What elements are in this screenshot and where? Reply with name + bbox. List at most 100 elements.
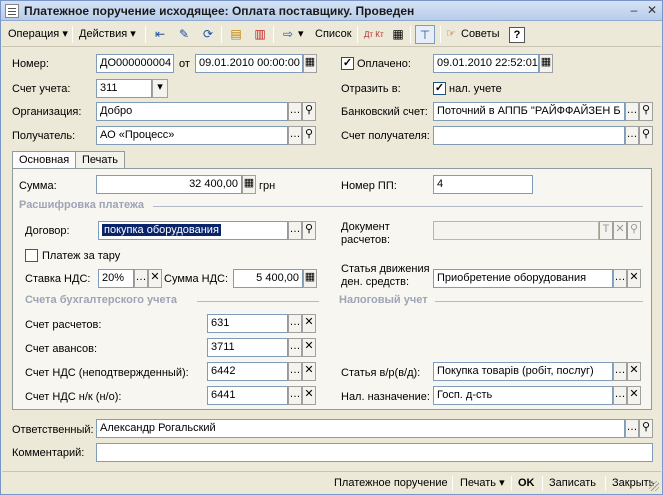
paid-checkbox[interactable]: ✓ <box>341 57 354 70</box>
advance-account-field[interactable]: 3711 <box>207 338 288 357</box>
structure-icon[interactable]: ⊤ <box>415 25 435 44</box>
dt-kt-movements-icon[interactable]: Дт Кт <box>362 25 386 44</box>
clear-icon[interactable]: ✕ <box>302 314 316 333</box>
ellipsis-icon[interactable]: … <box>625 419 639 438</box>
title-bar: Платежное поручение исходящее: Оплата по… <box>1 1 662 21</box>
contract-field[interactable]: покупка оборудования <box>98 221 288 240</box>
calendar-icon[interactable]: ▦ <box>539 54 553 73</box>
ellipsis-icon[interactable]: … <box>288 362 302 381</box>
minimize-button[interactable]: – <box>627 4 641 18</box>
calculator-icon[interactable]: ▦ <box>303 269 317 288</box>
ellipsis-icon[interactable]: … <box>288 386 302 405</box>
document-window: Платежное поручение исходящее: Оплата по… <box>0 0 663 495</box>
vat-nk-account-field[interactable]: 6441 <box>207 386 288 405</box>
based-on-icon[interactable]: ⇨ <box>278 25 298 44</box>
paid-date-field[interactable]: 09.01.2010 22:52:01 <box>433 54 539 73</box>
recipient-account-label: Счет получателя: <box>341 130 430 142</box>
toolbar-separator <box>440 26 441 43</box>
chevron-down-icon[interactable]: ▾ <box>152 79 168 98</box>
ok-button[interactable]: OK <box>518 475 535 492</box>
ellipsis-icon[interactable]: … <box>613 269 627 288</box>
help-icon[interactable]: ? <box>509 27 525 43</box>
sum-field[interactable]: 32 400,00 <box>96 175 242 194</box>
dropdown-arrow-icon[interactable]: ▾ <box>296 25 306 44</box>
organization-field[interactable]: Добро <box>96 102 288 121</box>
recipient-field[interactable]: АО «Процесс» <box>96 126 288 145</box>
clear-icon[interactable]: ✕ <box>148 269 162 288</box>
advance-account-label: Счет авансов: <box>25 343 98 355</box>
bank-account-label: Банковский счет: <box>341 106 428 118</box>
search-icon[interactable]: ⚲ <box>302 221 316 240</box>
tax-accounting-checkbox[interactable]: ✓ <box>433 82 446 95</box>
ellipsis-icon[interactable]: … <box>613 362 627 381</box>
recipient-account-field[interactable] <box>433 126 625 145</box>
income-expense-article-field[interactable]: Покупка товарів (робіт, послуг) <box>433 362 613 381</box>
bank-account-field[interactable]: Поточний в АППБ "РАЙФФАЙЗЕН Б <box>433 102 625 121</box>
toolbar-separator <box>410 26 411 43</box>
cash-flow-field[interactable]: Приобретение оборудования <box>433 269 613 288</box>
search-icon[interactable]: ⚲ <box>639 102 653 121</box>
type-icon[interactable]: T <box>599 221 613 240</box>
tare-payment-label: Платеж за тару <box>42 250 121 262</box>
number-field[interactable]: ДО000000004 <box>96 54 174 73</box>
vat-rate-field[interactable]: 20% <box>98 269 134 288</box>
command-separator <box>511 476 512 491</box>
post-document-icon[interactable]: ▤ <box>226 25 246 44</box>
vat-sum-field[interactable]: 5 400,00 <box>233 269 303 288</box>
unpost-document-icon[interactable]: ▥ <box>250 25 270 44</box>
ellipsis-icon[interactable]: … <box>288 126 302 145</box>
payment-number-field[interactable]: 4 <box>433 175 533 194</box>
search-icon[interactable]: ⚲ <box>639 419 653 438</box>
tips-button[interactable]: Советы <box>459 25 501 44</box>
clear-icon[interactable]: ✕ <box>302 362 316 381</box>
resize-grip[interactable] <box>649 481 659 491</box>
calendar-icon[interactable]: ▦ <box>303 54 317 73</box>
comment-field[interactable] <box>96 443 653 462</box>
window-title: Платежное поручение исходящее: Оплата по… <box>24 4 415 18</box>
move-to-start-icon[interactable]: ⇤ <box>150 25 170 44</box>
tab-print[interactable]: Печать <box>75 151 126 169</box>
edit-icon[interactable]: ✎ <box>174 25 194 44</box>
calculator-icon[interactable]: ▦ <box>242 175 256 194</box>
ellipsis-icon[interactable]: … <box>288 314 302 333</box>
search-icon[interactable]: ⚲ <box>627 221 641 240</box>
search-icon[interactable]: ⚲ <box>302 102 316 121</box>
clear-icon[interactable]: ✕ <box>627 269 641 288</box>
date-field[interactable]: 09.01.2010 00:00:00 <box>195 54 303 73</box>
account-field[interactable]: 311 <box>96 79 152 98</box>
search-icon[interactable]: ⚲ <box>639 126 653 145</box>
ellipsis-icon[interactable]: … <box>288 102 302 121</box>
contract-label: Договор: <box>25 225 70 237</box>
clear-icon[interactable]: ✕ <box>613 221 627 240</box>
refresh-icon[interactable]: ⟳ <box>198 25 218 44</box>
list-button[interactable]: Список <box>311 25 356 44</box>
settlement-document-field[interactable] <box>433 221 599 240</box>
document-icon <box>5 4 19 18</box>
ellipsis-icon[interactable]: … <box>625 126 639 145</box>
tax-purpose-field[interactable]: Госп. д-сть <box>433 386 613 405</box>
actions-menu[interactable]: Действия ▾ <box>75 25 140 44</box>
clear-icon[interactable]: ✕ <box>302 386 316 405</box>
ellipsis-icon[interactable]: … <box>134 269 148 288</box>
settlement-account-field[interactable]: 631 <box>207 314 288 333</box>
tax-accounting-section: Налоговый учет <box>339 294 428 306</box>
ellipsis-icon[interactable]: … <box>625 102 639 121</box>
ellipsis-icon[interactable]: … <box>288 338 302 357</box>
operation-menu[interactable]: Операция ▾ <box>4 25 72 44</box>
close-window-button[interactable]: ✕ <box>645 4 659 18</box>
ellipsis-icon[interactable]: … <box>288 221 302 240</box>
vat-unconfirmed-field[interactable]: 6442 <box>207 362 288 381</box>
print-menu[interactable]: Печать ▾ <box>460 475 505 492</box>
clear-icon[interactable]: ✕ <box>627 386 641 405</box>
save-button[interactable]: Записать <box>549 475 596 492</box>
clear-icon[interactable]: ✕ <box>302 338 316 357</box>
ellipsis-icon[interactable]: … <box>613 386 627 405</box>
search-icon[interactable]: ⚲ <box>302 126 316 145</box>
report-icon[interactable]: ▦ <box>388 25 408 44</box>
clear-icon[interactable]: ✕ <box>627 362 641 381</box>
responsible-field[interactable]: Александр Рогальский <box>96 419 625 438</box>
contract-value: покупка оборудования <box>102 224 221 236</box>
tare-payment-checkbox[interactable] <box>25 249 38 262</box>
payment-order-print-button[interactable]: Платежное поручение <box>334 475 448 492</box>
recipient-label: Получатель: <box>12 130 76 142</box>
